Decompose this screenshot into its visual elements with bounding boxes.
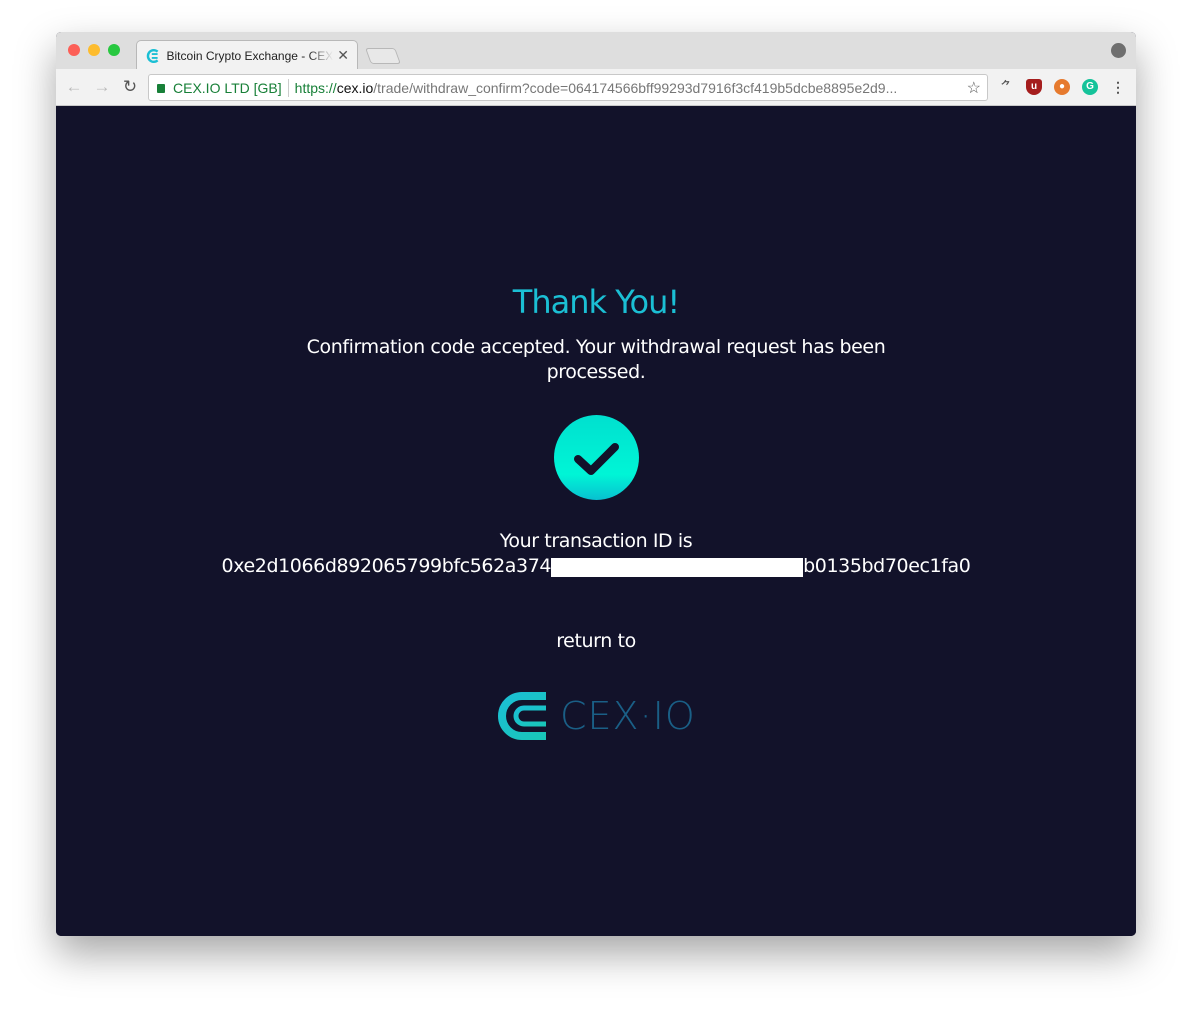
cex-logo-link[interactable]: CEX·IO (496, 688, 696, 744)
page-content: Thank You! Confirmation code accepted. Y… (56, 106, 1136, 936)
close-window-button[interactable] (68, 44, 80, 56)
miner-blocker-icon[interactable]: ⺈ (998, 79, 1014, 95)
divider (287, 78, 289, 97)
url-scheme: https:// (294, 79, 337, 96)
browser-window: Bitcoin Crypto Exchange - CEX.IO ✕ ← → ↻… (56, 32, 1136, 936)
minimize-window-button[interactable] (88, 44, 100, 56)
transaction-id: 0xe2d1066d892065799bfc562a374 b0135bd70e… (56, 555, 1136, 577)
toolbar: ← → ↻ CEX.IO LTD [GB] https:// cex.io /t… (56, 69, 1136, 106)
tab-bar: Bitcoin Crypto Exchange - CEX.IO ✕ (56, 32, 1136, 70)
success-check-icon (554, 415, 639, 500)
back-icon[interactable]: ← (60, 77, 88, 97)
privacy-badger-icon[interactable]: ● (1054, 79, 1070, 95)
url-path: /trade/withdraw_confirm?code=064174566bf… (373, 79, 898, 96)
cex-logo-text: CEX·IO (560, 694, 696, 738)
cex-favicon-icon (146, 48, 159, 63)
ev-certificate-label[interactable]: CEX.IO LTD [GB] (173, 80, 282, 96)
confirmation-message: Confirmation code accepted. Your withdra… (306, 336, 886, 383)
tab-title: Bitcoin Crypto Exchange - CEX.IO (166, 48, 334, 63)
bookmark-star-icon[interactable]: ☆ (967, 78, 981, 98)
transaction-id-prefix: 0xe2d1066d892065799bfc562a374 (221, 555, 552, 577)
redaction-box (551, 558, 804, 577)
tab-active[interactable]: Bitcoin Crypto Exchange - CEX.IO ✕ (136, 40, 358, 70)
forward-icon[interactable]: → (88, 77, 116, 97)
cex-logo-icon (498, 692, 546, 740)
lock-icon (157, 84, 165, 93)
transaction-label: Your transaction ID is (499, 530, 693, 552)
maximize-window-button[interactable] (108, 44, 120, 56)
address-bar[interactable]: CEX.IO LTD [GB] https:// cex.io /trade/w… (148, 74, 988, 101)
ublock-icon[interactable]: u (1026, 79, 1042, 95)
reload-icon[interactable]: ↻ (116, 77, 144, 97)
transaction-id-suffix: b0135bd70ec1fa0 (803, 555, 971, 577)
close-tab-icon[interactable]: ✕ (337, 47, 349, 64)
url-host: cex.io (336, 79, 374, 96)
grammarly-icon[interactable]: G (1082, 79, 1098, 95)
menu-kebab-icon[interactable]: ⋮ (1110, 79, 1126, 95)
page-title: Thank You! (512, 283, 680, 321)
return-label: return to (556, 630, 636, 652)
new-tab-button[interactable] (365, 48, 401, 64)
profile-icon[interactable] (1111, 43, 1126, 58)
